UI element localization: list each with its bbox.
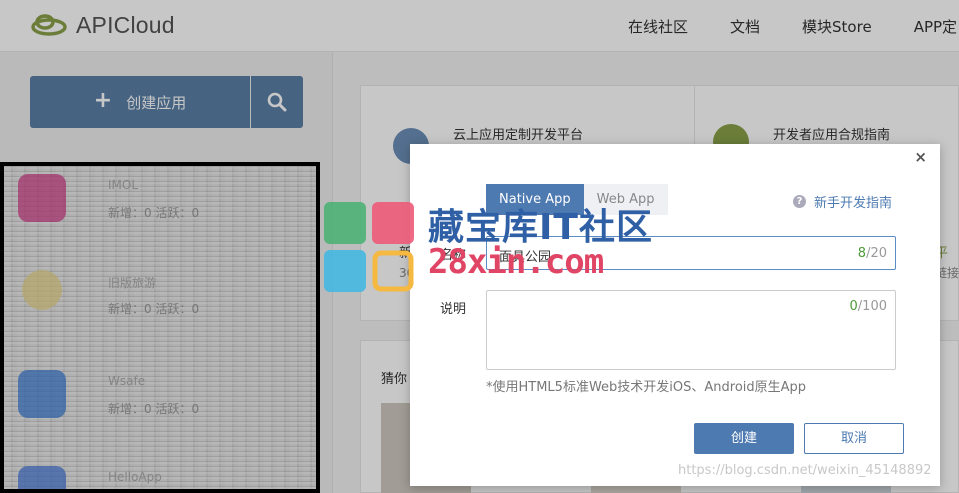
platform-hint: *使用HTML5标准Web技术开发iOS、Android原生App: [486, 380, 807, 395]
watermark-url: https://blog.csdn.net/weixin_45148892: [678, 463, 932, 478]
description-char-counter: 0/100: [849, 299, 887, 314]
watermark-logo: [322, 200, 417, 295]
description-label: 说明: [440, 302, 467, 317]
create-app-dialog: × Native App Web App ? 新手开发指南 名称 面具公园 8/…: [410, 144, 940, 486]
cancel-button[interactable]: 取消: [804, 423, 904, 454]
name-char-counter: 8/20: [857, 246, 887, 261]
help-icon: ?: [793, 195, 806, 208]
app-description-textarea[interactable]: 0/100: [486, 290, 896, 370]
watermark-domain: 28xin.com: [428, 242, 604, 282]
close-icon[interactable]: ×: [914, 148, 927, 166]
guide-label: 新手开发指南: [814, 196, 893, 211]
create-button[interactable]: 创建: [694, 423, 794, 454]
beginner-guide-link[interactable]: ? 新手开发指南: [793, 192, 892, 211]
